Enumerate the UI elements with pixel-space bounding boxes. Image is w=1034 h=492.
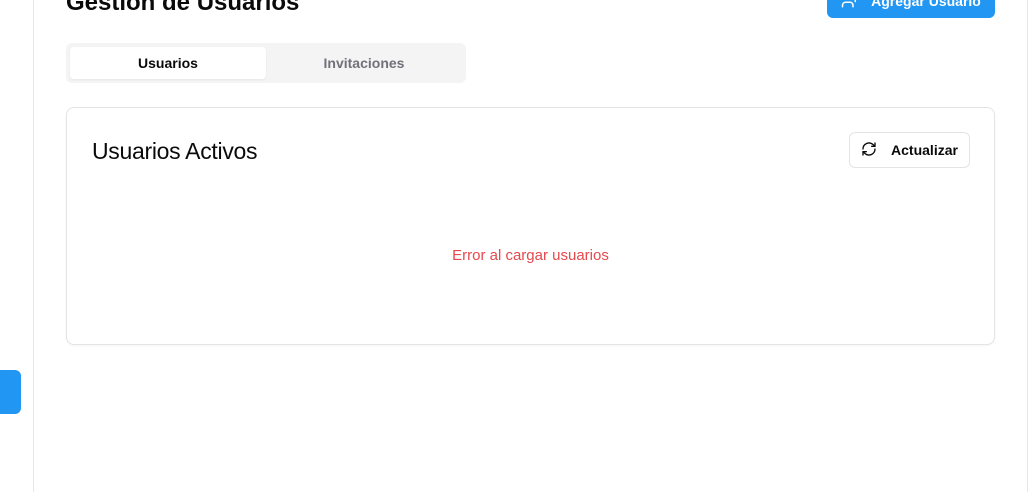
sidebar: [0, 0, 34, 492]
error-message: Error al cargar usuarios: [452, 247, 609, 264]
card-title: Usuarios Activos: [92, 138, 258, 164]
right-panel-edge: [1027, 0, 1034, 492]
refresh-icon: [861, 141, 877, 160]
page-title: Gestión de Usuarios: [66, 0, 300, 16]
add-user-label: Agregar Usuario: [871, 0, 981, 9]
user-plus-icon: [841, 0, 859, 12]
refresh-button[interactable]: Actualizar: [849, 132, 970, 168]
add-user-button[interactable]: Agregar Usuario: [827, 0, 995, 18]
tab-invitaciones[interactable]: Invitaciones: [266, 47, 462, 79]
tab-usuarios[interactable]: Usuarios: [70, 47, 266, 79]
sidebar-active-item[interactable]: [0, 370, 21, 414]
refresh-label: Actualizar: [891, 142, 958, 158]
active-users-card: Usuarios Activos Actualizar Error al car…: [66, 107, 995, 345]
tabs-list: Usuarios Invitaciones: [66, 43, 466, 83]
